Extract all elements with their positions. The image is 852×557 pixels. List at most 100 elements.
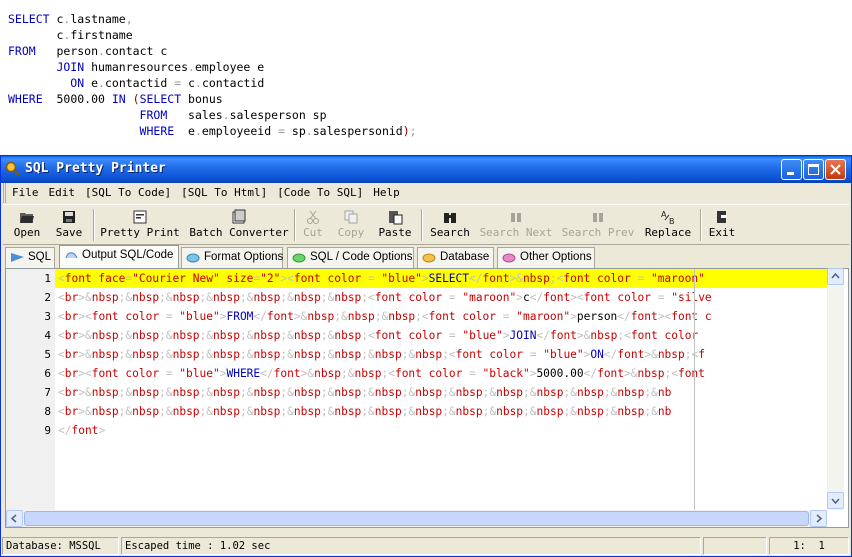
sql-preview-line: WHERE 5000.00 IN (SELECT bonus xyxy=(8,91,417,107)
code-line[interactable]: </font> xyxy=(55,421,827,440)
code-line[interactable]: <br>&nbsp;&nbsp;&nbsp;&nbsp;&nbsp;&nbsp;… xyxy=(55,402,827,421)
tab-other-options[interactable]: Other Options xyxy=(497,247,595,268)
line-number: 6 xyxy=(44,367,51,380)
code-token: nb xyxy=(657,405,672,418)
minimize-icon xyxy=(787,172,794,175)
exit-button[interactable]: Exit xyxy=(705,207,739,243)
save-button[interactable]: Save xyxy=(51,207,87,243)
code-token: nbsp xyxy=(374,386,402,399)
scroll-right-button[interactable] xyxy=(810,510,827,527)
code-token: > xyxy=(98,424,106,437)
code-token: font color xyxy=(563,272,638,285)
close-button[interactable] xyxy=(825,159,846,180)
code-line[interactable]: <br>&nbsp;&nbsp;&nbsp;&nbsp;&nbsp;&nbsp;… xyxy=(55,383,827,402)
search-button[interactable]: Search xyxy=(427,207,473,243)
sql-token: . xyxy=(194,124,202,138)
code-token: < xyxy=(58,348,65,361)
tab-sql[interactable]: SQL xyxy=(5,247,55,268)
scroll-left-button[interactable] xyxy=(6,510,23,527)
sql-token: ON xyxy=(8,76,92,90)
code-token: ;& xyxy=(361,348,375,361)
tab-sql-code-options[interactable]: SQL / Code Options xyxy=(287,247,414,268)
code-line[interactable]: <br>&nbsp;&nbsp;&nbsp;&nbsp;&nbsp;&nbsp;… xyxy=(55,288,827,307)
code-token: nbsp xyxy=(374,348,402,361)
search-label: Search xyxy=(430,226,470,239)
code-token: person xyxy=(576,310,618,323)
code-token: br xyxy=(64,405,79,418)
sql-preview-line: ON e.contactid = c.contactid xyxy=(8,75,417,91)
code-line[interactable]: <br>&nbsp;&nbsp;&nbsp;&nbsp;&nbsp;&nbsp;… xyxy=(55,345,827,364)
vertical-scrollbar[interactable] xyxy=(827,268,844,510)
code-token: < xyxy=(58,329,65,342)
code-token: > xyxy=(502,329,510,342)
menu-edit[interactable]: Edit xyxy=(44,183,81,203)
sql-token: contact c xyxy=(104,44,168,58)
open-button[interactable]: Open xyxy=(9,207,45,243)
tab-database[interactable]: Database xyxy=(417,247,494,268)
arrow-down-icon xyxy=(831,498,840,505)
menu-file[interactable]: File xyxy=(3,183,44,203)
batch-converter-button[interactable]: Batch Converter xyxy=(189,207,289,243)
code-token: font color xyxy=(91,310,166,323)
code-token: JOIN xyxy=(509,329,537,342)
sql-preview-line: FROM person.contact c xyxy=(8,43,417,59)
sql-token: ( xyxy=(132,92,140,106)
output-editor[interactable]: 123456789 <font face="Courier New" size=… xyxy=(5,268,849,528)
code-token: "blue" xyxy=(543,348,584,361)
code-area[interactable]: <font face="Courier New" size="2"><font … xyxy=(55,269,827,510)
cut-button[interactable]: Cut xyxy=(297,207,329,243)
tab-output-sql-code[interactable]: Output SQL/Code xyxy=(59,245,179,268)
horizontal-scrollbar[interactable] xyxy=(6,510,827,527)
code-token: = xyxy=(657,291,672,304)
sql-token: WHERE xyxy=(8,92,57,106)
right-margin-line xyxy=(694,269,695,510)
code-token: nbsp xyxy=(253,405,281,418)
code-token: nbsp xyxy=(388,310,416,323)
status-empty xyxy=(703,537,767,555)
scroll-down-button[interactable] xyxy=(827,492,844,509)
code-token: = xyxy=(529,348,544,361)
search-prev-button[interactable]: Search Prev xyxy=(561,207,635,243)
menu-code-to-sql[interactable]: [Code To SQL] xyxy=(272,183,368,203)
sql-token: e xyxy=(91,76,99,90)
paste-button[interactable]: Paste xyxy=(375,207,415,243)
code-token: font xyxy=(630,310,658,323)
tab-format-options[interactable]: Format Options xyxy=(181,247,283,268)
code-line[interactable]: <font face="Courier New" size="2"><font … xyxy=(55,269,827,288)
menu-sql-to-code[interactable]: [SQL To Code] xyxy=(80,183,176,203)
code-token: ;& xyxy=(523,405,537,418)
code-line[interactable]: <br><font color = "blue">FROM</font>&nbs… xyxy=(55,307,827,326)
code-token: FROM xyxy=(226,310,254,323)
code-token: br xyxy=(64,367,79,380)
save-disk-icon xyxy=(63,211,75,223)
code-token: ;& xyxy=(334,310,348,323)
code-line[interactable]: <br><font color = "blue">WHERE</font>&nb… xyxy=(55,364,827,383)
replace-label: Replace xyxy=(644,226,692,239)
maximize-icon xyxy=(808,164,819,175)
code-token: = xyxy=(448,329,463,342)
title-bar[interactable]: SQL Pretty Printer xyxy=(1,156,851,183)
line-number-gutter: 1 2 3 4 5 6 7 8 9 xyxy=(6,269,55,510)
pretty-print-button[interactable]: Pretty Print xyxy=(99,207,181,243)
horizontal-scroll-thumb[interactable] xyxy=(24,511,809,526)
code-token: > xyxy=(570,310,577,323)
sql-token: e xyxy=(188,124,195,138)
code-token: nbsp xyxy=(576,386,604,399)
maximize-button[interactable] xyxy=(803,159,824,180)
minimize-button[interactable] xyxy=(781,159,802,180)
menu-bar: File Edit [SQL To Code] [SQL To Html] [Code … xyxy=(3,183,849,203)
menu-sql-to-html[interactable]: [SQL To Html] xyxy=(176,183,272,203)
code-token: ;& xyxy=(320,291,335,304)
scroll-up-button[interactable] xyxy=(827,268,844,285)
replace-button[interactable]: AB Replace xyxy=(643,207,693,243)
code-token: nbsp xyxy=(213,329,240,342)
search-next-button[interactable]: Search Next xyxy=(479,207,553,243)
code-token: "2" xyxy=(260,272,281,285)
menu-help[interactable]: Help xyxy=(368,183,405,203)
code-token: >< xyxy=(78,310,92,323)
copy-button[interactable]: Copy xyxy=(333,207,369,243)
code-token: nbsp xyxy=(213,348,240,361)
sql-token: bonus xyxy=(188,92,223,106)
code-line[interactable]: <br>&nbsp;&nbsp;&nbsp;&nbsp;&nbsp;&nbsp;… xyxy=(55,326,827,345)
code-token: nbsp xyxy=(415,348,443,361)
